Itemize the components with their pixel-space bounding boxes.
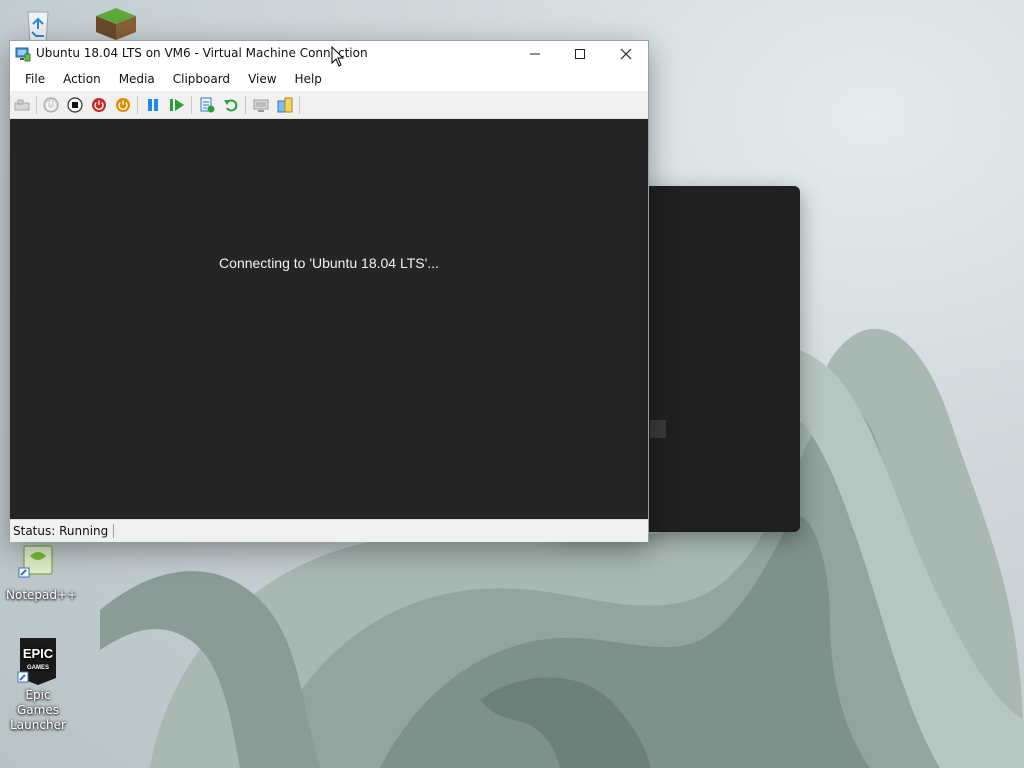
svg-text:GAMES: GAMES [27,665,49,671]
pause-button[interactable] [143,95,163,115]
mouse-cursor-icon [331,45,345,71]
toolbar-separator [137,96,138,114]
menu-clipboard[interactable]: Clipboard [164,72,239,86]
title-bar[interactable]: Ubuntu 18.04 LTS on VM6 - Virtual Machin… [10,41,648,67]
desktop-icon-epic-games[interactable]: EPIC GAMES Epic Games Launcher [6,636,70,733]
shutdown-button[interactable] [89,95,109,115]
save-state-icon [116,98,130,112]
menu-action[interactable]: Action [54,72,110,86]
enhanced-session-button[interactable] [251,95,271,115]
maximize-icon [575,49,585,59]
vm-connection-app-icon [15,46,31,62]
revert-button[interactable] [221,95,241,115]
enhanced-session-icon [253,99,269,112]
vm-connection-window[interactable]: Ubuntu 18.04 LTS on VM6 - Virtual Machin… [9,40,649,542]
status-text: Status: Running [13,524,115,538]
start-button[interactable] [41,95,61,115]
ctrl-alt-del-icon [14,99,30,111]
shutdown-icon [92,98,106,112]
toolbar-separator [245,96,246,114]
ctrl-alt-del-button[interactable] [12,95,32,115]
checkpoint-icon [200,97,215,113]
notepadpp-icon [16,542,60,586]
save-state-button[interactable] [113,95,133,115]
minimize-icon [530,53,540,55]
turn-off-button[interactable] [65,95,85,115]
menu-media[interactable]: Media [110,72,164,86]
share-icon [277,97,293,113]
share-button[interactable] [275,95,295,115]
maximize-button[interactable] [557,41,603,67]
menu-file[interactable]: File [16,72,54,86]
close-button[interactable] [603,41,649,67]
revert-icon [224,99,238,112]
start-icon [43,97,59,113]
epic-games-icon: EPIC GAMES [16,636,60,686]
turn-off-icon [67,97,83,113]
background-window-element [650,420,666,438]
menu-help[interactable]: Help [286,72,331,86]
toolbar-separator [36,96,37,114]
desktop-icon-label: Notepad++ [6,588,78,602]
desktop-icon-label: Epic Games Launcher [10,688,66,732]
toolbar-separator [191,96,192,114]
window-title: Ubuntu 18.04 LTS on VM6 - Virtual Machin… [36,46,368,60]
desktop-icon-notepadpp[interactable]: Notepad++ [6,542,78,603]
menu-view[interactable]: View [239,72,285,86]
checkpoint-button[interactable] [197,95,217,115]
minimize-button[interactable] [512,41,558,67]
reset-button[interactable] [167,95,187,115]
toolbar-separator [299,96,300,114]
svg-text:EPIC: EPIC [23,646,54,661]
status-bar: Status: Running [10,519,648,542]
menu-bar: File Action Media Clipboard View Help [10,68,648,90]
close-icon [620,48,632,60]
reset-icon [170,99,184,111]
connecting-message: Connecting to 'Ubuntu 18.04 LTS'... [219,255,439,271]
pause-icon [148,99,158,111]
toolbar [10,91,648,119]
vm-display[interactable]: Connecting to 'Ubuntu 18.04 LTS'... [10,119,648,519]
